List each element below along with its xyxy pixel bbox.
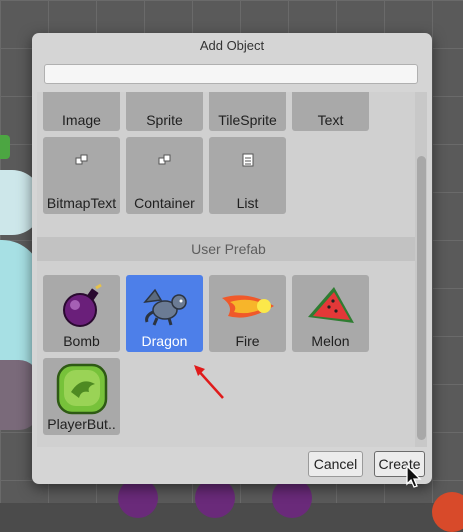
cancel-button[interactable]: Cancel xyxy=(308,451,363,477)
object-tile-label: Sprite xyxy=(146,112,183,128)
prefab-tile-fire[interactable]: Fire xyxy=(209,275,286,352)
fire-icon xyxy=(221,295,274,318)
object-tile-container[interactable]: Container xyxy=(126,137,203,214)
scene-bomb xyxy=(118,478,158,518)
object-tile-label: List xyxy=(236,195,259,211)
dragon-icon xyxy=(142,288,187,326)
search-input[interactable] xyxy=(44,64,418,84)
scrollbar-thumb[interactable] xyxy=(417,156,426,440)
prefab-tile-label: Fire xyxy=(235,333,260,349)
prefab-tile-label: PlayerBut.. xyxy=(47,416,116,432)
list-icon xyxy=(242,153,253,167)
object-tile-label: TileSprite xyxy=(218,112,277,128)
object-tile-label: Container xyxy=(134,195,195,211)
dialog-title: Add Object xyxy=(199,38,265,53)
object-tile-text[interactable]: Text xyxy=(292,92,369,131)
scene-bomb xyxy=(272,478,312,518)
prefab-tile-label: Melon xyxy=(311,333,350,349)
melon-icon xyxy=(307,287,354,323)
object-tile-sprite[interactable]: Sprite xyxy=(126,92,203,131)
prefab-tile-dragon[interactable]: Dragon xyxy=(126,275,203,352)
object-tile-tilesprite[interactable]: TileSprite xyxy=(209,92,286,131)
object-tile-image[interactable]: Image xyxy=(43,92,120,131)
annotation-arrow-icon xyxy=(194,365,224,399)
bomb-icon xyxy=(62,283,102,327)
cubes-icon xyxy=(158,154,170,165)
scene-sprite xyxy=(0,135,10,159)
cubes-icon xyxy=(75,154,87,165)
section-header-user-prefab: User Prefab xyxy=(37,237,420,261)
list-scrollbar[interactable] xyxy=(415,92,427,447)
object-tile-label: Image xyxy=(62,112,101,128)
object-tile-bitmaptext[interactable]: BitmapText xyxy=(43,137,120,214)
scene-bomb xyxy=(195,478,235,518)
object-tile-label: Text xyxy=(317,112,344,128)
add-object-dialog: Add Object Image Sprite TileSprite Text … xyxy=(32,33,432,484)
mouse-pointer-icon xyxy=(406,464,422,488)
prefab-tile-label: Dragon xyxy=(141,333,188,349)
scene-fire xyxy=(432,492,463,532)
object-tile-label: BitmapText xyxy=(46,195,117,211)
player-button-icon xyxy=(56,363,107,415)
prefab-tile-bomb[interactable]: Bomb xyxy=(43,275,120,352)
prefab-tile-label: Bomb xyxy=(63,333,100,349)
prefab-tile-playerbutton[interactable]: PlayerBut.. xyxy=(43,358,120,435)
object-tile-list[interactable]: List xyxy=(209,137,286,214)
prefab-tile-melon[interactable]: Melon xyxy=(292,275,369,352)
